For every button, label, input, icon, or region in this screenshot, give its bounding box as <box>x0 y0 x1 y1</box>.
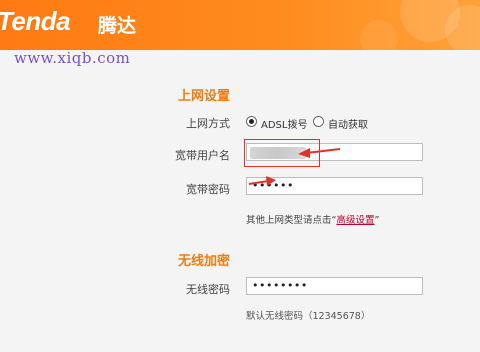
radio-dhcp-label[interactable]: 自动获取 <box>328 116 368 131</box>
annotation-arrow-icon <box>298 148 341 158</box>
wifi-default-password-hint: 默认无线密码（12345678） <box>246 311 371 322</box>
hint-suffix: ” <box>374 215 380 226</box>
wifi-password-value: •••••••• <box>252 279 308 292</box>
header-bar: Tenda 腾达 <box>0 0 480 50</box>
advanced-settings-link[interactable]: 高级设置 <box>336 215 374 226</box>
hint-prefix: 其他上网类型请点击“ <box>246 215 337 226</box>
radio-dhcp[interactable] <box>313 116 324 127</box>
site-watermark: www.xiqb.com <box>14 49 131 67</box>
advanced-settings-hint: 其他上网类型请点击“高级设置” <box>246 212 379 226</box>
wireless-section-title: 无线加密 <box>178 254 231 269</box>
internet-section-title: 上网设置 <box>178 89 231 104</box>
connection-mode-label: 上网方式 <box>186 117 230 130</box>
username-label: 宽带用户名 <box>175 149 230 162</box>
annotation-arrow-icon <box>248 176 276 186</box>
header-decoration <box>360 20 398 50</box>
brand-logo: Tenda <box>0 6 71 36</box>
brand-logo-cn: 腾达 <box>98 15 137 37</box>
radio-adsl-label[interactable]: ADSL拨号 <box>261 116 307 131</box>
password-label: 宽带密码 <box>186 183 230 196</box>
wifi-password-label: 无线密码 <box>186 283 230 296</box>
radio-adsl[interactable] <box>246 116 257 127</box>
wifi-password-field[interactable]: •••••••• <box>246 277 423 295</box>
